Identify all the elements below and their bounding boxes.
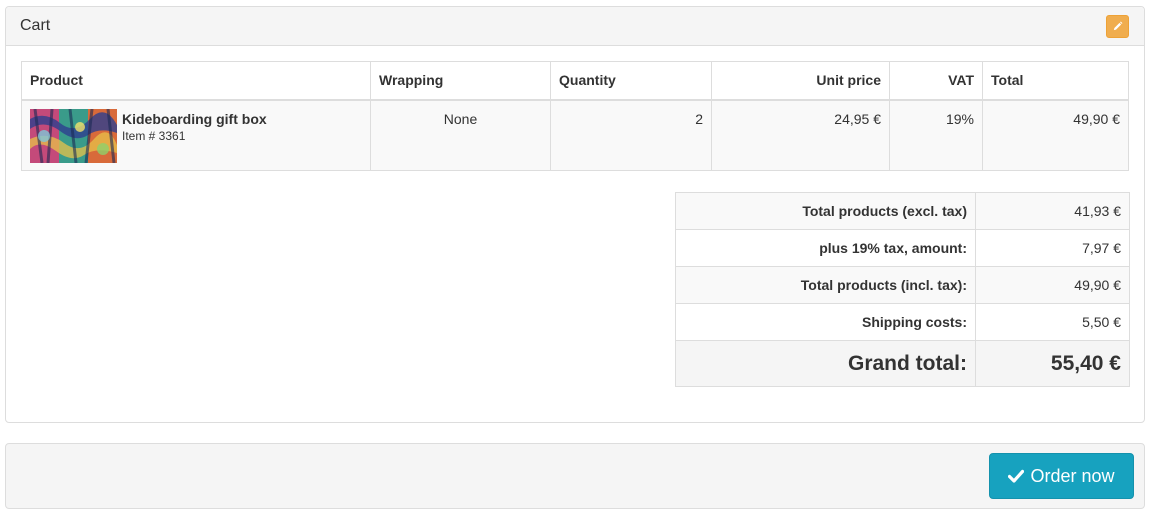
pencil-icon bbox=[1113, 21, 1123, 31]
incl-tax-value: 49,90 € bbox=[975, 266, 1130, 304]
cart-table: Product Wrapping Quantity Unit price VAT… bbox=[21, 61, 1129, 171]
product-thumbnail[interactable] bbox=[30, 108, 117, 163]
table-row: Kideboarding gift box Item # 3361 None 2… bbox=[21, 99, 1129, 171]
quantity-cell: 2 bbox=[550, 99, 712, 171]
tax-value: 7,97 € bbox=[975, 229, 1130, 267]
grand-total-value: 55,40 € bbox=[975, 340, 1130, 387]
excl-tax-value: 41,93 € bbox=[975, 192, 1130, 230]
grand-total-label: Grand total: bbox=[675, 340, 976, 387]
edit-cart-button[interactable] bbox=[1106, 15, 1129, 38]
order-now-button[interactable]: Order now bbox=[989, 453, 1134, 499]
incl-tax-label: Total products (incl. tax): bbox=[675, 266, 976, 304]
shipping-value: 5,50 € bbox=[975, 303, 1130, 341]
cart-title: Cart bbox=[20, 17, 51, 34]
product-name[interactable]: Kideboarding gift box bbox=[122, 111, 267, 127]
totals-row-shipping: Shipping costs: 5,50 € bbox=[675, 303, 1130, 341]
order-now-label: Order now bbox=[1030, 465, 1115, 486]
totals-row-excl-tax: Total products (excl. tax) 41,93 € bbox=[675, 192, 1130, 230]
shipping-label: Shipping costs: bbox=[675, 303, 976, 341]
column-total: Total bbox=[982, 61, 1129, 101]
totals-row-tax: plus 19% tax, amount: 7,97 € bbox=[675, 229, 1130, 267]
vat-cell: 19% bbox=[889, 99, 983, 171]
column-vat: VAT bbox=[889, 61, 983, 101]
column-wrapping: Wrapping bbox=[370, 61, 551, 101]
cart-panel-heading: Cart bbox=[6, 7, 1144, 46]
tax-label: plus 19% tax, amount: bbox=[675, 229, 976, 267]
column-product: Product bbox=[21, 61, 371, 101]
order-footer: Order now bbox=[5, 443, 1145, 509]
totals-row-grand: Grand total: 55,40 € bbox=[675, 340, 1130, 387]
totals-table: Total products (excl. tax) 41,93 € plus … bbox=[675, 192, 1130, 387]
product-sku: Item # 3361 bbox=[122, 128, 186, 143]
total-cell: 49,90 € bbox=[982, 99, 1129, 171]
check-icon bbox=[1008, 469, 1025, 483]
cart-panel: Cart Product Wrapping Quantity Unit pric… bbox=[5, 6, 1145, 423]
excl-tax-label: Total products (excl. tax) bbox=[675, 192, 976, 230]
totals-row-incl-tax: Total products (incl. tax): 49,90 € bbox=[675, 266, 1130, 304]
cart-header-row: Product Wrapping Quantity Unit price VAT… bbox=[21, 61, 1129, 101]
unit-price-cell: 24,95 € bbox=[711, 99, 890, 171]
column-unit-price: Unit price bbox=[711, 61, 890, 101]
column-quantity: Quantity bbox=[550, 61, 712, 101]
product-cell: Kideboarding gift box Item # 3361 bbox=[21, 99, 371, 171]
wrapping-cell: None bbox=[370, 99, 551, 171]
